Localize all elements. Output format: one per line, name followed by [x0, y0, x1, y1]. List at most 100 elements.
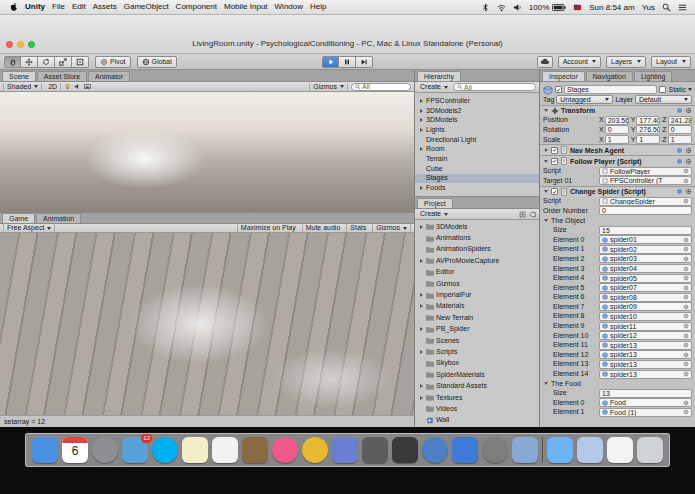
project-item[interactable]: Scripts [415, 346, 539, 357]
scale-tool-button[interactable] [55, 56, 72, 68]
number-field[interactable]: 177.40 [636, 116, 660, 125]
menu-item[interactable]: Window [275, 2, 303, 12]
project-item[interactable]: SpiderMaterials [415, 369, 539, 380]
picker-icon[interactable] [683, 400, 689, 406]
picker-icon[interactable] [683, 371, 689, 377]
menu-item[interactable]: Component [176, 2, 217, 12]
foldout-icon[interactable] [418, 185, 424, 191]
hierarchy-item[interactable]: Terrain [415, 154, 539, 164]
enabled-checkbox[interactable] [551, 158, 558, 165]
menu-item[interactable]: GameObject [124, 2, 169, 12]
app-icon[interactable]: 12 [122, 437, 148, 463]
foldout-icon[interactable] [418, 372, 424, 378]
minimize-button[interactable] [17, 41, 24, 48]
step-button[interactable] [356, 56, 373, 68]
component-header[interactable]: Transform [540, 105, 695, 116]
2d-toggle[interactable]: 2D [45, 83, 61, 91]
tag-dropdown[interactable]: Untagged [556, 95, 613, 104]
play-button[interactable] [322, 56, 339, 68]
tab[interactable]: Navigation [586, 71, 633, 81]
hierarchy-item[interactable]: Lights [415, 125, 539, 135]
static-dropdown[interactable] [688, 88, 692, 91]
axis-label[interactable]: Y [631, 116, 636, 124]
hierarchy-search[interactable]: All [453, 83, 536, 91]
app-icon[interactable] [362, 437, 388, 463]
component-header[interactable]: Change Spider (Script) [540, 186, 695, 197]
menu-item[interactable]: File [52, 2, 65, 12]
picker-icon[interactable] [683, 313, 689, 319]
axis-label[interactable]: Y [631, 126, 636, 134]
rotate-tool-button[interactable] [38, 56, 55, 68]
picker-icon[interactable] [683, 275, 689, 281]
number-field[interactable]: 1 [636, 135, 660, 144]
axis-label[interactable]: Z [662, 126, 666, 134]
layer-dropdown[interactable]: Default [635, 95, 692, 104]
pivot-button[interactable]: Pivot [95, 56, 131, 68]
gear-icon[interactable] [685, 147, 692, 154]
effects-icon[interactable] [84, 83, 91, 90]
object-field[interactable]: spider09 [599, 302, 692, 311]
list-icon[interactable] [678, 3, 687, 12]
app-icon[interactable] [547, 437, 573, 463]
project-item[interactable]: Videos [415, 403, 539, 414]
number-field[interactable]: 203.56 [605, 116, 629, 125]
foldout-icon[interactable] [418, 303, 424, 309]
app-icon[interactable] [482, 437, 508, 463]
project-item[interactable]: Materials [415, 301, 539, 312]
number-field[interactable]: 0 [599, 206, 692, 215]
gizmos-dropdown[interactable]: Gizmos [372, 224, 411, 232]
name-field[interactable]: Stages [564, 85, 657, 94]
foldout-icon[interactable] [418, 175, 424, 181]
number-field[interactable]: 0 [668, 125, 692, 134]
object-field[interactable]: spider01 [599, 235, 692, 244]
move-tool-button[interactable] [21, 56, 38, 68]
close-button[interactable] [6, 41, 13, 48]
picker-icon[interactable] [683, 198, 689, 204]
menu-item[interactable]: Help [310, 2, 326, 12]
number-field[interactable]: 241.28 [668, 116, 692, 125]
axis-label[interactable]: Z [662, 116, 666, 124]
user-menu[interactable]: Yus [642, 3, 655, 12]
picker-icon[interactable] [683, 168, 689, 174]
gear-icon[interactable] [685, 158, 692, 165]
aspect-dropdown[interactable]: Free Aspect [3, 224, 55, 232]
object-field[interactable]: spider13 [599, 370, 692, 379]
number-field[interactable]: 0 [605, 125, 629, 134]
app-icon[interactable] [92, 437, 118, 463]
foldout-icon[interactable] [543, 189, 549, 195]
project-item[interactable]: New Terrain [415, 312, 539, 323]
object-field[interactable]: spider08 [599, 293, 692, 302]
help-icon[interactable] [676, 107, 683, 114]
foldout-icon[interactable] [418, 360, 424, 366]
object-field[interactable]: spider13 [599, 360, 692, 369]
project-item[interactable]: 3DModels [415, 221, 539, 232]
toolbar-dropdown[interactable]: Account [558, 56, 601, 68]
picker-icon[interactable] [683, 256, 689, 262]
status-message[interactable]: setarray = 12 [4, 418, 45, 425]
hand-tool-button[interactable] [4, 56, 21, 68]
bluetooth-icon[interactable] [481, 3, 490, 12]
create-dropdown[interactable]: Create [418, 83, 450, 91]
volume-icon[interactable] [513, 3, 522, 12]
object-field[interactable]: spider03 [599, 254, 692, 263]
create-dropdown[interactable]: Create [418, 210, 450, 218]
tab[interactable]: Asset Store [37, 71, 87, 81]
foldout-icon[interactable] [418, 224, 424, 230]
foldout-icon[interactable] [418, 349, 424, 355]
object-field[interactable]: spider13 [599, 341, 692, 350]
axis-label[interactable]: X [599, 116, 604, 124]
tab[interactable]: Hierarchy [417, 71, 461, 81]
calendar-icon[interactable]: 6 [62, 437, 88, 463]
app-icon[interactable] [32, 437, 58, 463]
foldout-icon[interactable] [418, 108, 424, 114]
toolbar-dropdown[interactable]: Layout [651, 56, 691, 68]
foldout-icon[interactable] [418, 395, 424, 401]
foldout-icon[interactable] [418, 338, 424, 344]
zoom-button[interactable] [28, 41, 35, 48]
game-toggle[interactable]: Maximize on Play [237, 224, 299, 232]
tab[interactable]: Game [2, 213, 35, 223]
axis-label[interactable]: Z [662, 136, 666, 144]
project-item[interactable]: Scenes [415, 335, 539, 346]
game-toggle[interactable]: Stats [346, 224, 369, 232]
app-icon[interactable] [577, 437, 603, 463]
